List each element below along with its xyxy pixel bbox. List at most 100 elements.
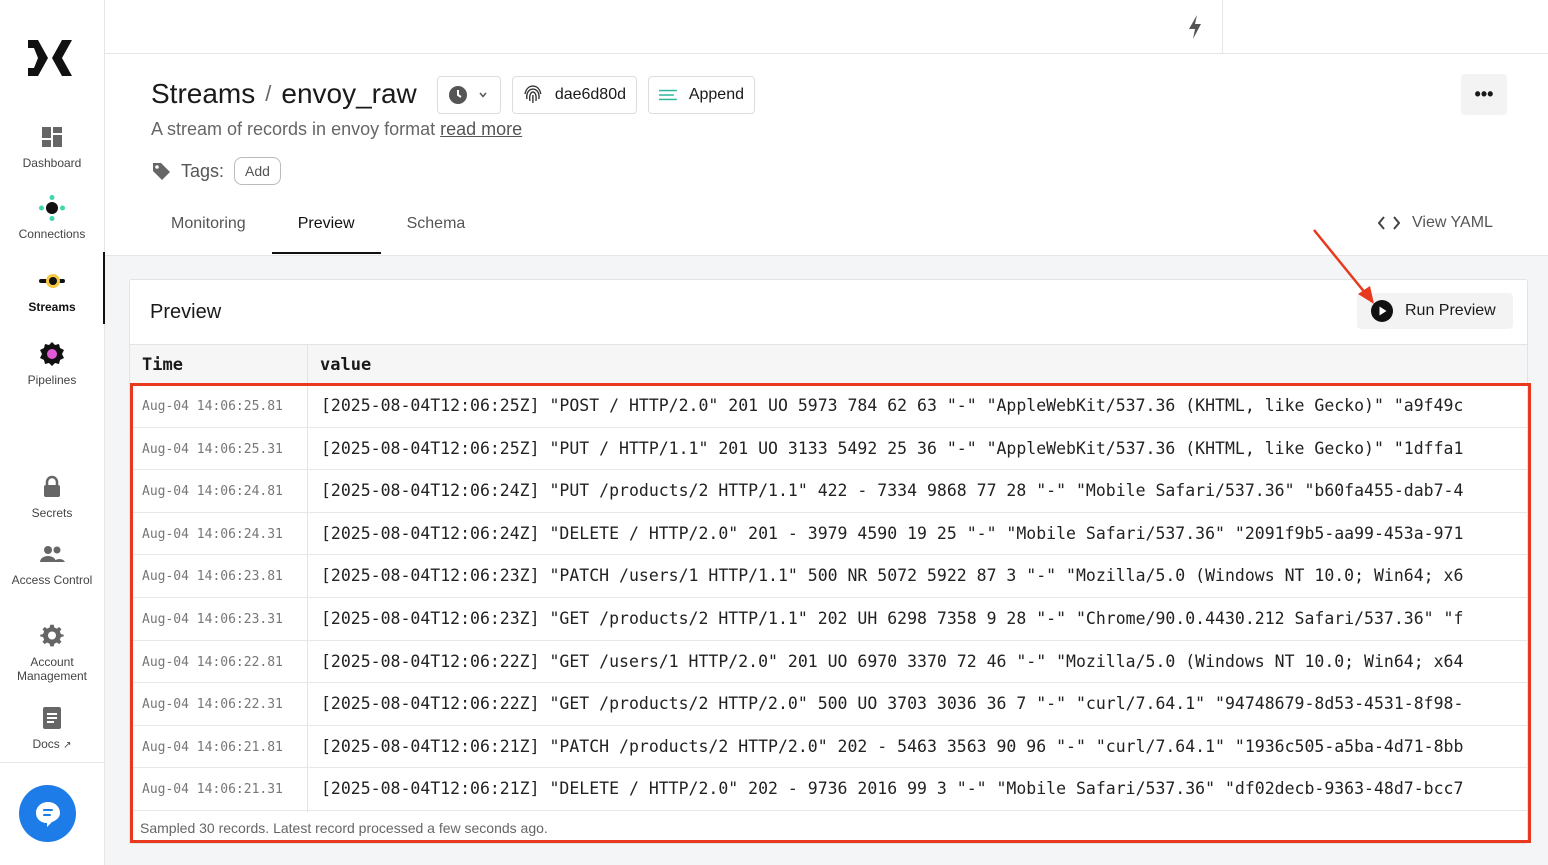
sidebar-item-label: Docs <box>32 737 60 751</box>
row-value: [2025-08-04T12:06:25Z] "PUT / HTTP/1.1" … <box>321 438 1464 458</box>
row-value: [2025-08-04T12:06:21Z] "DELETE / HTTP/2.… <box>321 779 1464 799</box>
row-time: Aug-04 14:06:22.31 <box>142 697 283 713</box>
tab-preview[interactable]: Preview <box>271 202 381 254</box>
sidebar: Dashboard Connections Streams Pipelines … <box>0 0 105 865</box>
row-time: Aug-04 14:06:21.31 <box>142 782 283 798</box>
dashboard-icon <box>42 127 62 147</box>
preview-panel: Preview Run Preview Time value Aug-04 14… <box>129 279 1528 844</box>
sidebar-item-label: Dashboard <box>22 156 82 170</box>
lines-icon <box>659 89 677 101</box>
lock-icon <box>44 475 60 497</box>
sidebar-item-label: Pipelines <box>27 373 77 387</box>
view-yaml-label: View YAML <box>1412 214 1493 231</box>
row-value: [2025-08-04T12:06:21Z] "PATCH /products/… <box>321 736 1464 756</box>
table-row[interactable]: Aug-04 14:06:25.31 [2025-08-04T12:06:25Z]… <box>130 428 1527 471</box>
table-row[interactable]: Aug-04 14:06:21.81 [2025-08-04T12:06:21Z]… <box>130 726 1527 769</box>
logo-icon[interactable] <box>26 38 74 78</box>
sidebar-item-label: Access Control <box>11 573 93 587</box>
row-time: Aug-04 14:06:25.81 <box>142 399 283 414</box>
row-value: [2025-08-04T12:06:22Z] "GET /products/2 … <box>321 694 1464 714</box>
streams-icon <box>39 274 65 288</box>
view-yaml-button[interactable]: View YAML <box>1378 214 1493 232</box>
pipelines-icon <box>40 342 64 366</box>
tags-label: Tags: <box>181 160 225 181</box>
row-value: [2025-08-04T12:06:25Z] "POST / HTTP/2.0"… <box>321 396 1464 415</box>
table-row[interactable]: Aug-04 14:06:23.81 [2025-08-04T12:06:23Z]… <box>130 555 1527 598</box>
column-header-time: Time <box>142 355 183 375</box>
topbar <box>105 0 1548 54</box>
tags-row: Tags: Add <box>151 157 281 185</box>
row-time: Aug-04 14:06:23.81 <box>142 569 283 585</box>
row-value: [2025-08-04T12:06:24Z] "DELETE / HTTP/2.… <box>321 523 1464 543</box>
topbar-divider <box>1222 0 1223 54</box>
tab-monitoring[interactable]: Monitoring <box>145 202 272 254</box>
row-value: [2025-08-04T12:06:24Z] "PUT /products/2 … <box>321 481 1464 501</box>
code-icon <box>1378 216 1400 230</box>
add-tag-button[interactable]: Add <box>234 157 281 185</box>
preview-title: Preview <box>150 301 222 323</box>
table-header: Time value <box>130 344 1527 384</box>
breadcrumb-streams-link[interactable]: Streams <box>151 78 255 110</box>
external-link-icon: ↗ <box>63 740 72 751</box>
read-more-link[interactable]: read more <box>440 119 522 139</box>
sidebar-item-label: Connections <box>18 227 86 241</box>
table-row[interactable]: Aug-04 14:06:21.31 [2025-08-04T12:06:21Z]… <box>130 768 1527 811</box>
preview-rows: Aug-04 14:06:25.81 [2025-08-04T12:06:25Z]… <box>130 385 1527 811</box>
append-mode-badge[interactable]: Append <box>648 76 755 114</box>
sample-status: Sampled 30 records. Latest record proces… <box>140 820 548 836</box>
table-row[interactable]: Aug-04 14:06:24.31 [2025-08-04T12:06:24Z]… <box>130 513 1527 556</box>
bolt-icon[interactable] <box>1185 14 1205 40</box>
table-row[interactable]: Aug-04 14:06:25.81 [2025-08-04T12:06:25Z]… <box>130 385 1527 428</box>
document-icon <box>43 707 61 729</box>
users-icon <box>40 546 65 562</box>
row-time: Aug-04 14:06:22.81 <box>142 654 283 670</box>
row-time: Aug-04 14:06:24.31 <box>142 526 283 542</box>
row-value: [2025-08-04T12:06:22Z] "GET /users/1 HTT… <box>321 651 1464 671</box>
more-options-button[interactable]: ••• <box>1461 74 1507 115</box>
play-icon <box>1371 300 1393 322</box>
table-row[interactable]: Aug-04 14:06:24.81 [2025-08-04T12:06:24Z]… <box>130 470 1527 513</box>
page-title: envoy_raw <box>281 78 417 109</box>
sidebar-item-secrets[interactable]: Secrets <box>0 474 104 520</box>
clock-icon <box>449 86 467 104</box>
tab-schema[interactable]: Schema <box>381 202 492 254</box>
version-badge[interactable]: dae6d80d <box>512 76 637 114</box>
row-value: [2025-08-04T12:06:23Z] "GET /products/2 … <box>321 608 1464 628</box>
append-label: Append <box>688 86 744 103</box>
version-hash: dae6d80d <box>554 86 626 103</box>
sidebar-item-label: Streams <box>28 300 76 314</box>
stream-description: A stream of records in envoy format read… <box>151 119 522 140</box>
row-time: Aug-04 14:06:23.31 <box>142 611 283 627</box>
run-preview-label: Run Preview <box>1405 302 1496 319</box>
sidebar-item-account-management[interactable]: Account Management <box>0 623 104 683</box>
sidebar-item-label: Account Management <box>16 655 88 683</box>
history-dropdown[interactable] <box>437 76 501 114</box>
row-time: Aug-04 14:06:21.81 <box>142 739 283 755</box>
tab-bar: Monitoring Preview Schema <box>145 202 491 254</box>
table-row[interactable]: Aug-04 14:06:22.81 [2025-08-04T12:06:22Z]… <box>130 641 1527 684</box>
fingerprint-icon <box>524 85 542 103</box>
chat-icon <box>35 801 60 827</box>
table-row[interactable]: Aug-04 14:06:22.31 [2025-08-04T12:06:22Z]… <box>130 683 1527 726</box>
sidebar-divider <box>0 762 104 763</box>
sidebar-item-docs[interactable]: Docs ↗ <box>0 705 104 751</box>
row-time: Aug-04 14:06:25.31 <box>142 441 283 457</box>
connections-icon <box>39 195 65 221</box>
row-time: Aug-04 14:06:24.81 <box>142 484 283 500</box>
description-text: A stream of records in envoy format <box>151 119 436 139</box>
sidebar-item-label: Secrets <box>31 506 73 520</box>
sidebar-item-dashboard[interactable]: Dashboard <box>0 124 104 170</box>
sidebar-item-connections[interactable]: Connections <box>0 195 104 241</box>
column-header-value: value <box>320 355 372 375</box>
breadcrumb: Streams / envoy_raw <box>151 78 417 110</box>
run-preview-button[interactable]: Run Preview <box>1357 293 1513 329</box>
chevron-down-icon <box>479 92 487 98</box>
sidebar-item-pipelines[interactable]: Pipelines <box>0 341 104 387</box>
sidebar-item-access-control[interactable]: Access Control <box>0 541 104 587</box>
tag-icon <box>153 163 170 180</box>
row-value: [2025-08-04T12:06:23Z] "PATCH /users/1 H… <box>321 566 1464 586</box>
table-row[interactable]: Aug-04 14:06:23.31 [2025-08-04T12:06:23Z]… <box>130 598 1527 641</box>
sidebar-item-streams[interactable]: Streams <box>0 252 105 324</box>
chat-button[interactable] <box>19 785 76 842</box>
breadcrumb-separator: / <box>265 81 272 106</box>
